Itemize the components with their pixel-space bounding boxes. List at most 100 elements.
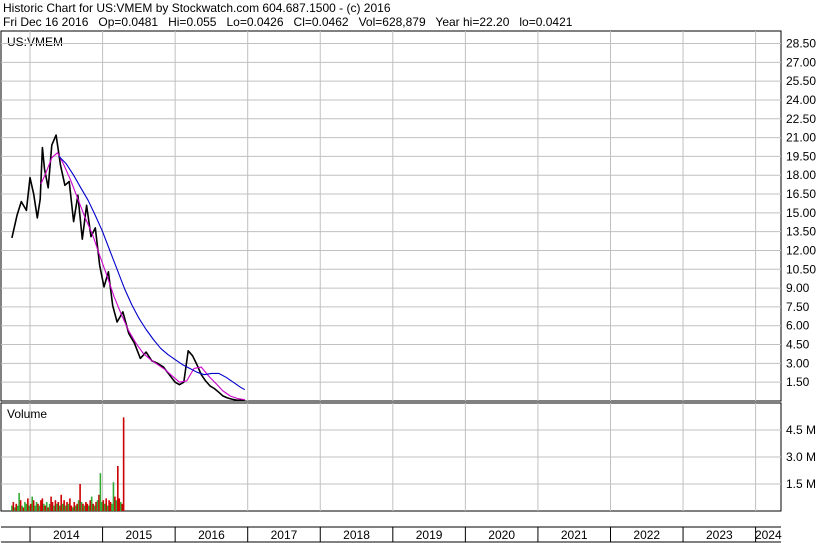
volume-bar (105, 498, 108, 511)
price-tick-label: 12.00 (786, 243, 816, 257)
year-tick-label: 2019 (416, 528, 443, 542)
volume-bar (38, 505, 41, 511)
volume-bar (86, 503, 89, 511)
volume-bar (112, 482, 115, 511)
price-tick-label: 15.00 (786, 206, 816, 220)
volume-bar (89, 500, 92, 511)
volume-bar (66, 502, 68, 511)
volume-bar (25, 503, 28, 511)
volume-bar (41, 498, 44, 511)
price-tick-label: 1.50 (786, 375, 810, 389)
year-tick-label: 2023 (706, 528, 733, 542)
volume-bar (108, 500, 110, 511)
volume-bar (29, 503, 32, 511)
ma_long-line (58, 156, 246, 391)
volume-tick-label: 3.0 M (786, 450, 816, 464)
volume-bars (11, 417, 125, 511)
volume-panel-label: Volume (7, 407, 47, 421)
volume-bar (106, 505, 109, 511)
year-tick-label: 2017 (271, 528, 298, 542)
volume-bar (15, 503, 18, 511)
volume-bar (93, 505, 96, 511)
volume-bar (72, 507, 74, 511)
volume-bar (50, 496, 52, 511)
price-tick-label: 25.50 (786, 74, 816, 88)
volume-bar (87, 505, 90, 511)
year-tick-label: 2016 (198, 528, 225, 542)
volume-bar (102, 500, 105, 511)
volume-bar (90, 496, 93, 511)
volume-bar (121, 503, 123, 511)
volume-bar (24, 502, 26, 511)
volume-bar (58, 505, 61, 511)
volume-bar (28, 505, 31, 511)
price-panel-frame (0, 30, 782, 402)
volume-bar (40, 500, 42, 511)
price-tick-label: 21.00 (786, 131, 816, 145)
price-tick-label: 22.50 (786, 112, 816, 126)
volume-bar (43, 503, 45, 511)
price-tick-label: 13.50 (786, 225, 816, 239)
volume-bar (21, 505, 23, 511)
axis-ticks: 28.50 27.00 25.50 24.00 22.50 21.00 19.50 18.00… (53, 37, 816, 542)
volume-bar (63, 500, 65, 511)
grid-lines (1, 31, 781, 542)
price-tick-label: 19.50 (786, 149, 816, 163)
volume-bar (35, 502, 38, 511)
volume-bar (31, 496, 33, 511)
price-tick-label: 28.50 (786, 37, 816, 51)
volume-tick-label: 1.5 M (786, 477, 816, 491)
price-tick-label: 27.00 (786, 55, 816, 69)
volume-bar (114, 496, 116, 511)
volume-bar (99, 473, 102, 511)
price-tick-label: 9.00 (786, 281, 810, 295)
volume-bar (109, 502, 112, 511)
price-panel-label: US:VMEM (7, 35, 63, 49)
stock-chart: Historic Chart for US:VMEM by Stockwatch… (0, 0, 830, 543)
volume-bar (16, 505, 19, 511)
year-tick-label: 2018 (343, 528, 370, 542)
price-tick-label: 10.50 (786, 262, 816, 276)
volume-bar (74, 505, 77, 511)
price-tick-label: 24.00 (786, 93, 816, 107)
price-tick-label: 18.00 (786, 168, 816, 182)
volume-bar (95, 502, 97, 511)
volume-bar (122, 417, 125, 511)
year-tick-label: 2015 (126, 528, 153, 542)
volume-bar (69, 498, 71, 511)
price-tick-label: 6.00 (786, 319, 810, 333)
volume-bar (92, 503, 94, 511)
volume-bar (53, 505, 55, 511)
volume-bar (83, 505, 86, 511)
volume-bar (57, 502, 60, 511)
price-tick-label: 16.50 (786, 187, 816, 201)
volume-bar (27, 498, 29, 511)
volume-bar (37, 503, 39, 511)
volume-bar (60, 494, 63, 511)
volume-bar (54, 500, 57, 511)
year-tick-label: 2024 (755, 528, 782, 542)
volume-tick-label: 4.5 M (786, 423, 816, 437)
year-tick-label: 2022 (633, 528, 660, 542)
volume-bar (48, 503, 51, 511)
volume-bar (118, 498, 121, 511)
ma_short-line (40, 152, 245, 401)
volume-bar (103, 503, 106, 511)
price-tick-label: 3.00 (786, 356, 810, 370)
volume-bar (13, 507, 16, 511)
volume-bar (45, 502, 48, 511)
year-tick-label: 2014 (53, 528, 80, 542)
volume-bar (117, 466, 119, 511)
volume-bar (67, 503, 70, 511)
volume-bar (64, 505, 67, 511)
volume-bar (44, 505, 47, 511)
volume-bar (82, 503, 84, 511)
volume-bar (22, 507, 25, 511)
volume-bar (61, 503, 64, 511)
volume-bar (18, 493, 20, 511)
volume-bar (111, 503, 113, 511)
volume-bar (115, 500, 118, 511)
volume-bar (96, 500, 99, 511)
price-tick-label: 7.50 (786, 300, 810, 314)
volume-bar (101, 502, 103, 511)
